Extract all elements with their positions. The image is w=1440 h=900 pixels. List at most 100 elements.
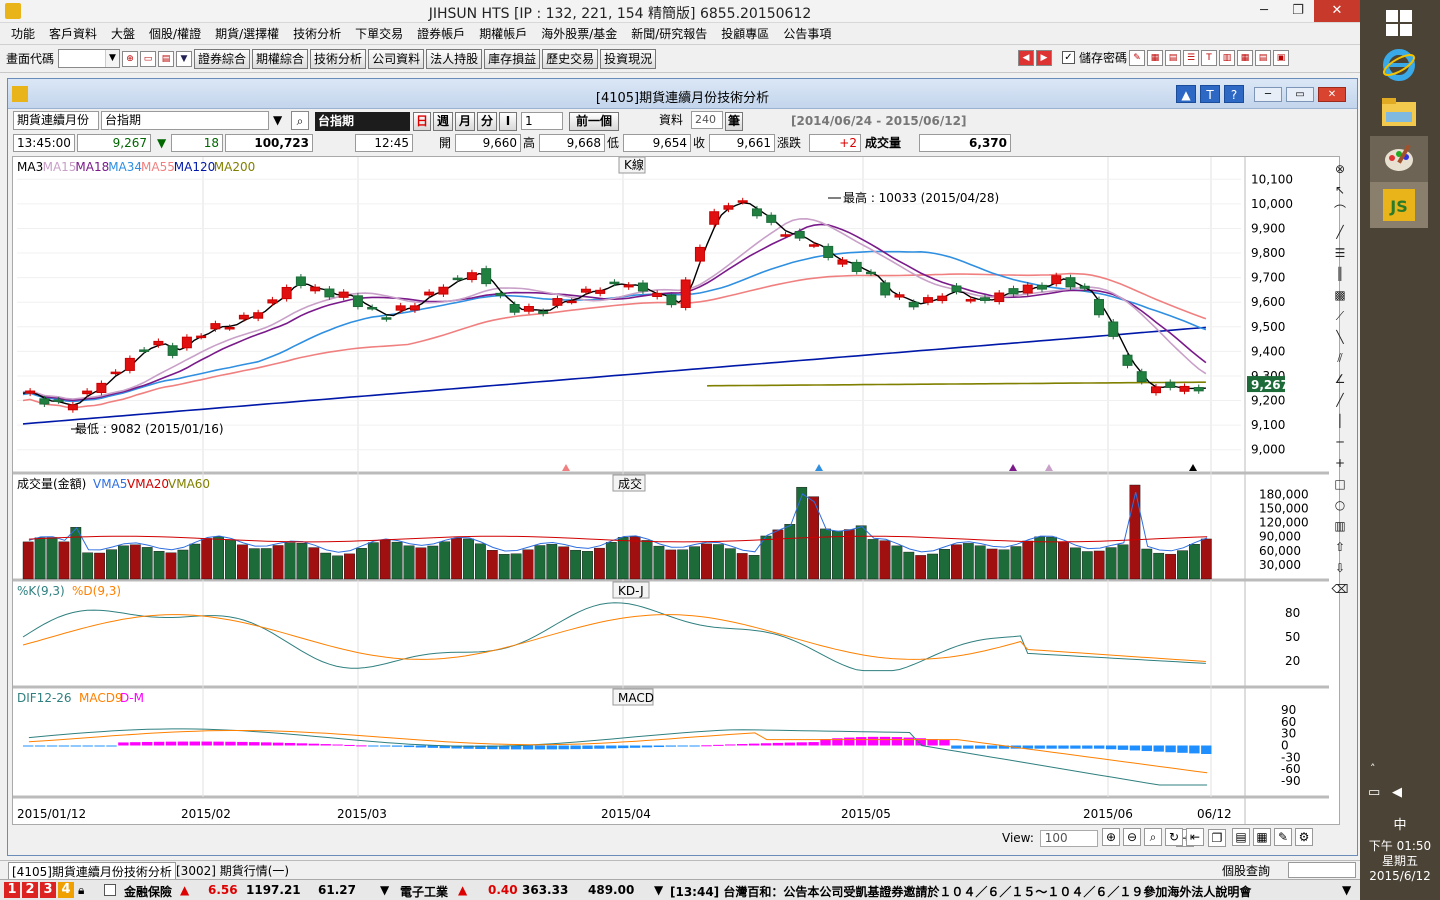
grid-icon[interactable]: ▦	[1253, 828, 1271, 846]
gear-icon[interactable]: ⚙	[1295, 828, 1313, 846]
menu-item[interactable]: 客戶資料	[42, 25, 104, 42]
eraser-icon[interactable]: ⌫	[1330, 579, 1350, 600]
tray-arrow-icon[interactable]: ˄	[1370, 762, 1376, 775]
horizontal-icon[interactable]: ─	[1330, 432, 1350, 453]
prev-button[interactable]: 前一個	[569, 112, 619, 131]
dropdown-icon[interactable]: ▼	[176, 50, 193, 67]
window-icon[interactable]: ▣	[1273, 49, 1290, 66]
print-icon[interactable]: ▤	[158, 50, 175, 67]
toolbar-button[interactable]: 歷史交易	[542, 48, 599, 69]
pencil-icon[interactable]: ✎	[1274, 828, 1292, 846]
list-icon[interactable]: ☰	[1183, 49, 1200, 66]
pattern-icon[interactable]: ▩	[1330, 285, 1350, 306]
zoom-in-icon[interactable]: ⊕	[1102, 828, 1120, 846]
search-icon[interactable]: ⊕	[122, 50, 139, 67]
print-icon[interactable]: ▤	[1232, 828, 1250, 846]
menu-item[interactable]: 功能	[4, 25, 42, 42]
vertical-icon[interactable]: │	[1330, 411, 1350, 432]
help-icon[interactable]: ?	[1224, 85, 1244, 103]
ellipse-icon[interactable]: ○	[1330, 495, 1350, 516]
menu-item[interactable]: 期貨/選擇權	[208, 25, 286, 42]
toolbar-button[interactable]: 證券綜合	[194, 48, 251, 69]
channel-icon[interactable]: ⫽	[1330, 348, 1350, 369]
arrow-up-icon[interactable]: ⇧	[1330, 537, 1350, 558]
panel-1-button[interactable]: 1	[4, 882, 20, 898]
table-icon[interactable]: ▦	[1237, 49, 1254, 66]
menu-item[interactable]: 技術分析	[286, 25, 348, 42]
minimize-button[interactable]: ─	[1248, 0, 1280, 22]
child-maximize-button[interactable]: ▭	[1286, 87, 1314, 102]
arrow-down-icon[interactable]: ⇩	[1330, 558, 1350, 579]
jihsun-app-icon[interactable]: JS	[1370, 182, 1428, 228]
view-input[interactable]: 100	[1039, 830, 1098, 847]
ime-indicator[interactable]: 中	[1360, 814, 1440, 833]
volume-icon[interactable]: ◀	[1392, 785, 1402, 800]
period-i[interactable]: I	[499, 112, 517, 131]
period-week[interactable]: 週	[433, 112, 453, 131]
prev-arrow-icon[interactable]: ◀	[1018, 49, 1034, 66]
toolbar-button[interactable]: 公司資料	[368, 48, 425, 69]
toolbar-button[interactable]: 法人持股	[426, 48, 483, 69]
pencil-icon[interactable]: ✎	[1129, 49, 1146, 66]
period-month[interactable]: 月	[455, 112, 475, 131]
text-tool-icon[interactable]: T	[1200, 85, 1220, 103]
menu-item[interactable]: 海外股票/基金	[534, 25, 624, 42]
arc-icon[interactable]: ⌒	[1330, 201, 1350, 222]
data-count-input[interactable]: 240	[691, 111, 723, 129]
system-clock[interactable]: 下午 01:50 星期五 2015/6/12	[1360, 839, 1440, 884]
magnifier-icon[interactable]: ⌕	[291, 111, 309, 130]
ticker-checkbox[interactable]	[104, 884, 116, 896]
menu-item[interactable]: 公告事項	[776, 25, 838, 42]
menu-item[interactable]: 期權帳戶	[472, 25, 534, 42]
dropdown-arrow-icon[interactable]: ▼	[273, 111, 282, 129]
network-icon[interactable]: ▭	[1368, 785, 1380, 800]
search-icon[interactable]: ⌕	[1144, 828, 1162, 846]
bars-icon[interactable]: ▥	[1330, 516, 1350, 537]
chart-icon[interactable]: ▥	[1219, 49, 1236, 66]
news-ticker[interactable]: [13:44] 台灣百和：公告本公司受凱基證券邀請於１０４／６／１５～１０４／６…	[670, 883, 1340, 900]
menu-item[interactable]: 投顧專區	[714, 25, 776, 42]
period-value-select[interactable]: 1	[521, 112, 563, 130]
maximize-button[interactable]: ❐	[1282, 0, 1314, 22]
next-arrow-icon[interactable]: ▶	[1036, 49, 1052, 66]
angle-icon[interactable]: ∠	[1330, 369, 1350, 390]
chevron-down-icon[interactable]: ▼	[1342, 883, 1351, 897]
toolbar-button[interactable]: 投資現況	[600, 48, 657, 69]
up-icon[interactable]: ▲	[1176, 85, 1196, 103]
menu-item[interactable]: 大盤	[104, 25, 142, 42]
zoom-out-icon[interactable]: ⊖	[1123, 828, 1141, 846]
pointer-icon[interactable]: ↖	[1330, 180, 1350, 201]
doc-icon[interactable]: ▤	[1165, 49, 1182, 66]
fan-icon[interactable]: ⟋	[1330, 306, 1350, 327]
stock-query-input[interactable]	[1288, 862, 1356, 878]
line-icon[interactable]: ╲	[1330, 327, 1350, 348]
period-minute[interactable]: 分	[477, 112, 497, 131]
cursor-icon[interactable]: ⊗	[1330, 159, 1350, 180]
copy-icon[interactable]: ❐	[1208, 829, 1226, 847]
ray-icon[interactable]: ╱	[1330, 390, 1350, 411]
panel-2-button[interactable]: 2	[22, 882, 38, 898]
screen-code-select[interactable]: ▼	[58, 49, 121, 68]
vline-icon[interactable]: ║	[1330, 264, 1350, 285]
symbol-input[interactable]: 台指期	[101, 111, 269, 130]
scroll-left-icon[interactable]: ⇤	[1186, 828, 1204, 846]
menu-item[interactable]: 證券帳戶	[410, 25, 472, 42]
grid-icon[interactable]: ▦	[1147, 49, 1164, 66]
file-explorer-icon[interactable]	[1370, 90, 1428, 136]
rectangle-icon[interactable]: □	[1330, 474, 1350, 495]
chevron-down-icon[interactable]: ▼	[380, 883, 389, 897]
chevron-down-icon[interactable]: ▼	[654, 883, 663, 897]
period-day[interactable]: 日	[413, 112, 431, 131]
folder-icon[interactable]: ▭	[140, 50, 157, 67]
print-icon[interactable]: ▤	[1255, 49, 1272, 66]
toolbar-button[interactable]: 庫存損益	[484, 48, 541, 69]
panel-3-button[interactable]: 3	[40, 882, 56, 898]
windows-logo-icon[interactable]	[1370, 0, 1428, 46]
hline-icon[interactable]: ☰	[1330, 243, 1350, 264]
paint-icon[interactable]	[1370, 136, 1428, 182]
child-close-button[interactable]: ✕	[1318, 87, 1346, 102]
tab-3002[interactable]: [3002] 期貨行情(一)	[176, 862, 289, 879]
menu-item[interactable]: 個股/權證	[142, 25, 208, 42]
text-icon[interactable]: T	[1201, 49, 1218, 66]
panel-4-button[interactable]: 4	[58, 882, 74, 898]
